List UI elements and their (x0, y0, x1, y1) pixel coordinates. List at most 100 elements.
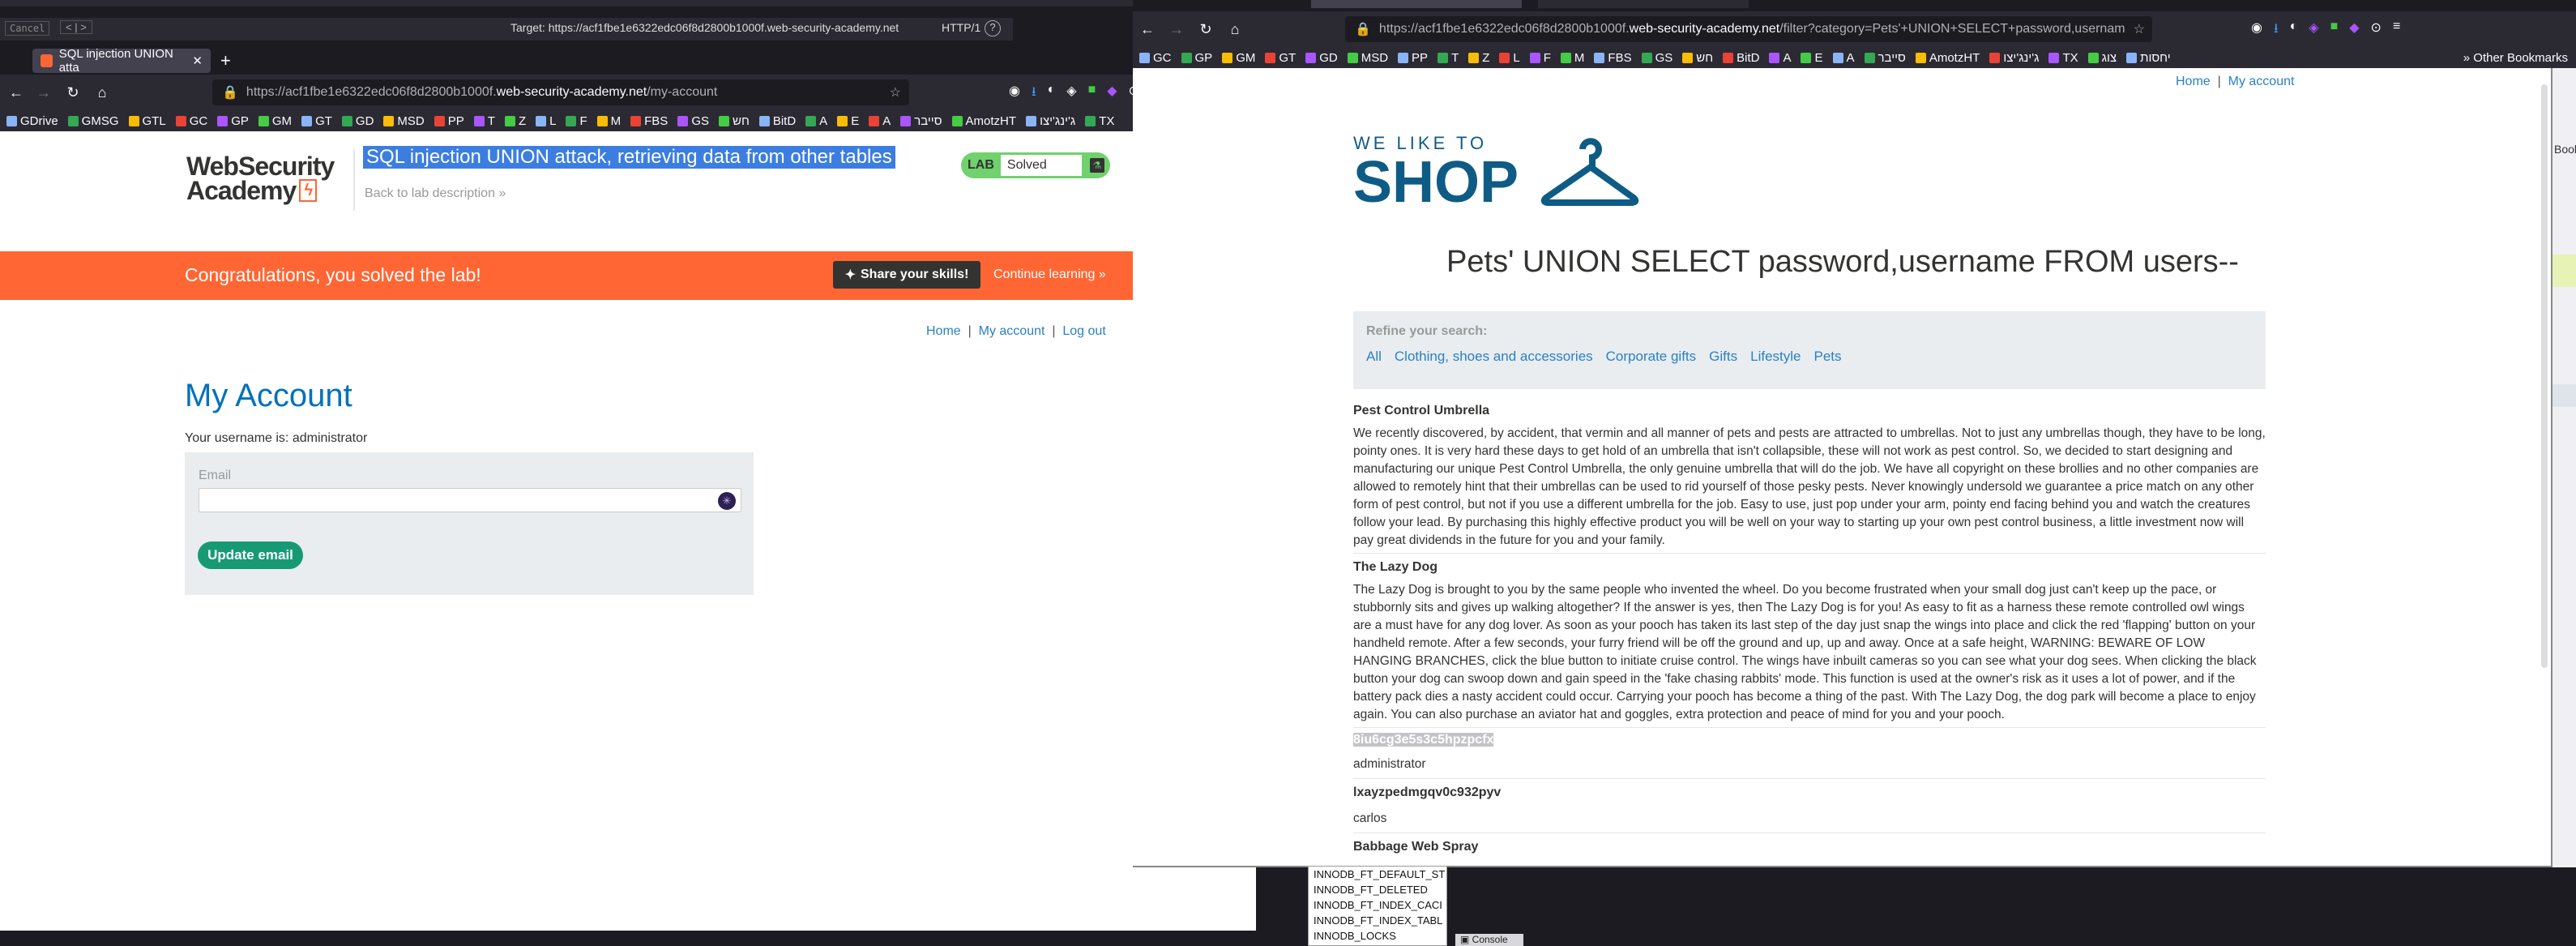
nav-home-link[interactable]: Home (926, 324, 961, 338)
scrollbar[interactable] (2541, 84, 2548, 668)
right-url-bar[interactable]: 🔒 https://acf1fbe1e6322edc06f8d2800b1000… (1345, 16, 2152, 42)
bookmark-item[interactable]: FBS (630, 114, 668, 128)
extension-icon[interactable]: ■ (2330, 19, 2339, 41)
bookmark-item[interactable]: צוג (2087, 51, 2117, 65)
bookmark-item[interactable]: GM (1222, 51, 1255, 65)
bookmark-item[interactable]: GM (258, 114, 292, 128)
filter-lifestyle[interactable]: Lifestyle (1750, 349, 1801, 365)
bookmark-item[interactable]: PP (434, 114, 464, 128)
bookmark-item[interactable]: A (1832, 51, 1855, 65)
forward-icon[interactable]: → (32, 81, 55, 104)
back-icon[interactable]: ← (1136, 18, 1159, 41)
filter-all[interactable]: All (1366, 349, 1382, 365)
other-bookmarks-folder[interactable]: » Other Bookmarks (2463, 51, 2576, 65)
back-icon[interactable]: ← (5, 81, 28, 104)
bookmark-item[interactable]: Z (1468, 51, 1489, 65)
menu-icon[interactable]: ≡ (2393, 19, 2400, 41)
nav-home-link[interactable]: Home (2176, 75, 2211, 88)
bookmark-item[interactable]: MSD (1347, 51, 1388, 65)
extension-icon[interactable]: ◆ (2349, 19, 2359, 41)
left-url-bar[interactable]: 🔒 https://acf1fbe1e6322edc06f8d2800b1000… (212, 79, 909, 105)
bookmark-item[interactable]: GS (1641, 51, 1672, 65)
bookmark-item[interactable]: TX (1085, 114, 1114, 128)
new-tab-icon[interactable]: + (220, 50, 231, 71)
nav-logout-link[interactable]: Log out (1062, 324, 1105, 338)
email-input[interactable]: ✳ (199, 488, 741, 512)
extension-icon[interactable]: ◆ (1107, 83, 1117, 105)
bookmark-item[interactable]: GC (175, 114, 207, 128)
bookmark-item[interactable]: BitD (758, 114, 796, 128)
wsa-logo[interactable]: WebSecurity Academy ϟ (186, 153, 335, 203)
filter-gifts[interactable]: Gifts (1709, 349, 1737, 365)
bookmark-item[interactable]: סייבר (900, 114, 942, 128)
cancel-button[interactable]: Cancel (5, 21, 50, 36)
share-skills-button[interactable]: ✦ Share your skills! (833, 261, 980, 289)
password-manager-icon[interactable]: ✳ (718, 492, 736, 510)
extension-icon[interactable]: ◈ (1066, 83, 1076, 105)
back-to-lab-link[interactable]: Back to lab description » (365, 186, 506, 201)
shop-logo[interactable]: WE LIKE TO SHOP (1353, 133, 1519, 212)
bookmark-item[interactable]: F (566, 114, 587, 128)
tab-active[interactable] (1311, 0, 1522, 8)
bookmark-item[interactable]: סייבר (1864, 51, 1906, 65)
back-forward-buttons[interactable]: < | > (60, 20, 92, 34)
bookmark-item[interactable]: L (536, 114, 556, 128)
filter-pets[interactable]: Pets (1813, 349, 1841, 365)
devtools-row[interactable]: INNODB_FT_INDEX_TABL (1309, 913, 1446, 928)
extension-icon[interactable]: ⊙ (2371, 19, 2382, 41)
bookmark-item[interactable]: GD (341, 114, 374, 128)
extension-icon[interactable]: ◈ (2309, 19, 2318, 41)
bookmark-item[interactable]: GT (301, 114, 332, 128)
forward-icon[interactable]: → (1165, 18, 1188, 41)
bookmark-item[interactable]: F (1529, 51, 1551, 65)
bookmark-star-icon[interactable]: ☆ (2134, 21, 2145, 37)
continue-learning-link[interactable]: Continue learning » (993, 268, 1106, 282)
nav-my-account-link[interactable]: My account (2228, 75, 2295, 88)
bookmark-item[interactable]: חש (1682, 51, 1713, 65)
bookmark-item[interactable]: M (596, 114, 621, 128)
bookmark-item[interactable]: A (1769, 51, 1791, 65)
bookmark-item[interactable]: M (1560, 51, 1584, 65)
bookmark-item[interactable]: GS (677, 114, 709, 128)
bookmark-item[interactable]: E (1801, 51, 1823, 65)
download-icon[interactable]: ⭳ (2274, 19, 2279, 41)
download-icon[interactable]: ⭳ (1032, 83, 1036, 105)
extension-icon[interactable]: ■ (1088, 83, 1096, 105)
bookmark-item[interactable]: FBS (1594, 51, 1632, 65)
bookmark-item[interactable]: E (837, 114, 859, 128)
pocket-icon[interactable]: ◉ (1009, 83, 1020, 105)
bookmark-item[interactable]: MSD (383, 114, 425, 128)
bookmark-item[interactable]: BitD (1723, 51, 1759, 65)
bookmark-item[interactable]: AmotzHT (1915, 51, 1980, 65)
bookmark-item[interactable]: GP (1181, 51, 1212, 65)
bookmark-star-icon[interactable]: ☆ (890, 84, 901, 101)
bookmark-item[interactable]: ג'ינג'יצו (1026, 114, 1075, 128)
bookmark-item[interactable]: GT (1265, 51, 1296, 65)
bookmark-item[interactable]: A (869, 114, 891, 128)
devtools-row[interactable]: INNODB_FT_DELETED (1309, 882, 1446, 897)
home-icon[interactable]: ⌂ (91, 81, 113, 104)
bookmark-item[interactable]: TX (2048, 51, 2078, 65)
bookmark-item[interactable]: GDrive (6, 114, 58, 128)
help-icon[interactable]: ? (985, 20, 1001, 36)
bookmark-item[interactable]: L (1499, 51, 1520, 65)
update-email-button[interactable]: Update email (198, 541, 303, 569)
pocket-icon[interactable]: ◉ (2251, 19, 2262, 41)
protocol-label[interactable]: HTTP/1 (942, 21, 980, 34)
close-tab-icon[interactable]: ✕ (192, 54, 203, 68)
bookmark-item[interactable]: GMSG (67, 114, 119, 128)
extension-icon[interactable]: ◐ (1048, 83, 1056, 105)
nav-my-account-link[interactable]: My account (979, 324, 1045, 338)
bookmark-item[interactable]: חש (719, 114, 750, 128)
home-icon[interactable]: ⌂ (1224, 18, 1246, 41)
bookmark-item[interactable]: AmotzHT (951, 114, 1016, 128)
devtools-row[interactable]: INNODB_FT_DEFAULT_ST (1309, 867, 1446, 882)
tab-inactive[interactable] (1538, 0, 1749, 8)
extension-icon[interactable]: ◐ (2290, 19, 2298, 41)
bookmark-item[interactable]: GP (217, 114, 249, 128)
bookmark-item[interactable]: יחסות (2126, 51, 2171, 65)
bookmark-item[interactable]: ג'ינג'יצו (1989, 51, 2039, 65)
bookmark-item[interactable]: A (805, 114, 827, 128)
filter-clothing[interactable]: Clothing, shoes and accessories (1395, 349, 1593, 365)
bookmark-item[interactable]: GC (1139, 51, 1172, 65)
